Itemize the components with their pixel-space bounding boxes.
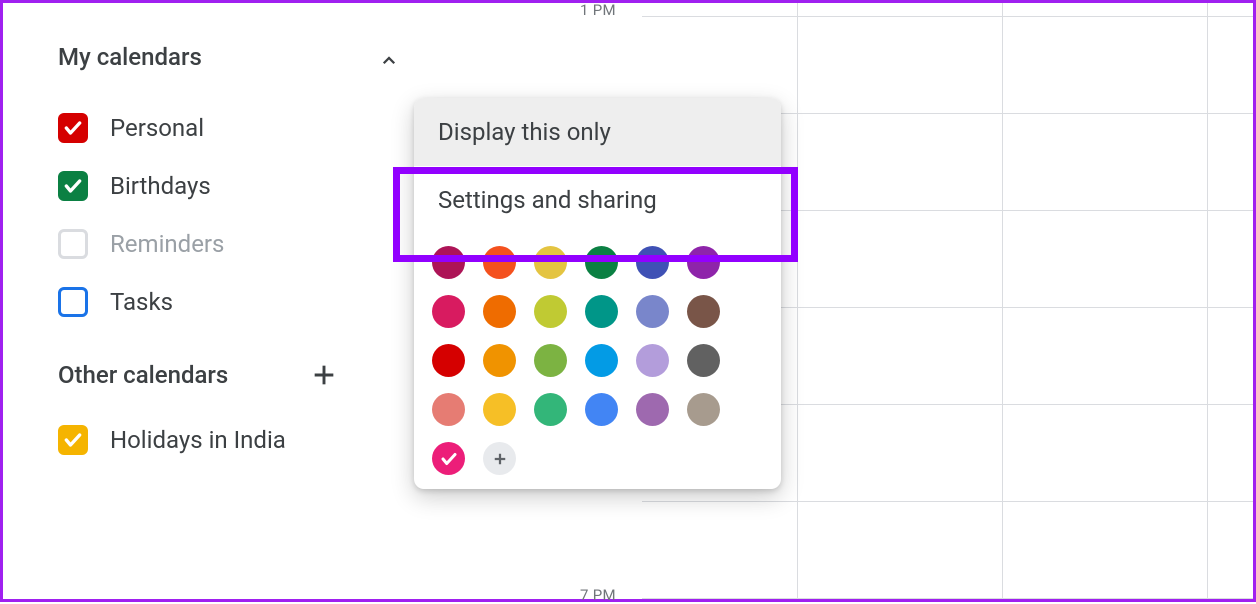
menu-settings-and-sharing[interactable]: Settings and sharing — [414, 166, 781, 234]
calendar-label: Birthdays — [110, 172, 211, 200]
color-swatch[interactable] — [585, 344, 618, 377]
color-swatch[interactable] — [534, 295, 567, 328]
calendar-label: Reminders — [110, 230, 224, 258]
time-label-bottom: 7 PM — [580, 586, 616, 604]
my-calendars-list: Personal Birthdays Reminders Tasks — [58, 81, 398, 331]
color-swatch[interactable] — [483, 393, 516, 426]
color-swatch[interactable] — [534, 393, 567, 426]
color-swatch[interactable] — [585, 393, 618, 426]
color-swatch[interactable] — [687, 344, 720, 377]
color-swatch[interactable] — [636, 295, 669, 328]
my-calendars-header[interactable]: My calendars — [58, 33, 398, 81]
color-swatch[interactable] — [636, 344, 669, 377]
sidebar: My calendars Personal Birthdays Reminder… — [58, 33, 398, 469]
calendar-item-personal[interactable]: Personal — [58, 99, 398, 157]
color-swatch[interactable] — [687, 246, 720, 279]
checkbox-birthdays[interactable] — [58, 171, 88, 201]
checkbox-reminders[interactable] — [58, 229, 88, 259]
add-custom-color-icon[interactable] — [483, 442, 516, 475]
time-label-top: 1 PM — [580, 1, 616, 19]
color-picker — [414, 234, 744, 475]
other-calendars-list: Holidays in India — [58, 399, 398, 469]
color-swatch[interactable] — [687, 393, 720, 426]
calendar-item-birthdays[interactable]: Birthdays — [58, 157, 398, 215]
color-swatch[interactable] — [534, 246, 567, 279]
other-calendars-label: Other calendars — [58, 361, 228, 389]
add-calendar-icon[interactable] — [310, 361, 338, 389]
calendar-options-popover: Display this only Settings and sharing — [414, 98, 781, 489]
calendar-item-tasks[interactable]: Tasks — [58, 273, 398, 331]
color-swatch[interactable] — [636, 393, 669, 426]
color-swatch[interactable] — [534, 344, 567, 377]
calendar-label: Personal — [110, 114, 204, 142]
color-swatch[interactable] — [585, 246, 618, 279]
color-swatch[interactable] — [432, 246, 465, 279]
calendar-label: Tasks — [110, 288, 173, 316]
color-swatch-selected[interactable] — [432, 442, 465, 475]
chevron-up-icon[interactable] — [380, 48, 398, 66]
menu-display-this-only[interactable]: Display this only — [414, 98, 781, 166]
color-swatch[interactable] — [687, 295, 720, 328]
color-swatch[interactable] — [432, 393, 465, 426]
color-swatch[interactable] — [432, 295, 465, 328]
color-swatch[interactable] — [483, 295, 516, 328]
calendar-item-reminders[interactable]: Reminders — [58, 215, 398, 273]
checkbox-personal[interactable] — [58, 113, 88, 143]
color-swatch[interactable] — [483, 246, 516, 279]
color-swatch[interactable] — [483, 344, 516, 377]
calendar-item-holidays[interactable]: Holidays in India — [58, 411, 398, 469]
checkbox-holidays[interactable] — [58, 425, 88, 455]
color-swatch[interactable] — [432, 344, 465, 377]
my-calendars-label: My calendars — [58, 43, 202, 71]
checkbox-tasks[interactable] — [58, 287, 88, 317]
color-swatch[interactable] — [636, 246, 669, 279]
calendar-label: Holidays in India — [110, 426, 286, 454]
color-swatch[interactable] — [585, 295, 618, 328]
other-calendars-header[interactable]: Other calendars — [58, 351, 398, 399]
